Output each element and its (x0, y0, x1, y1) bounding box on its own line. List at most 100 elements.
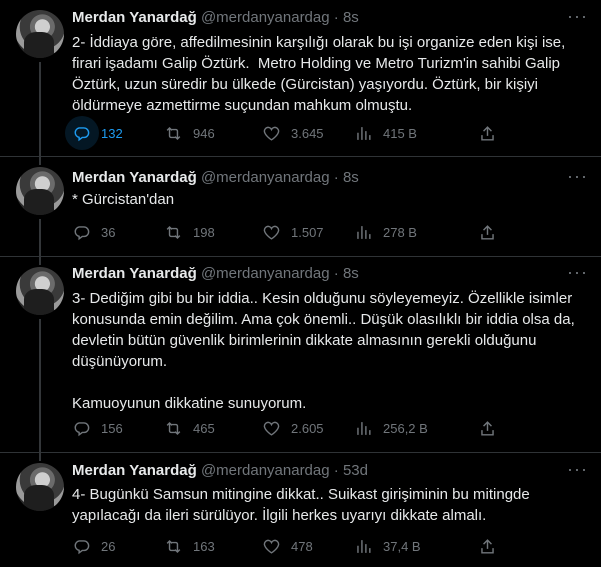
retweet-button[interactable]: 465 (164, 417, 215, 439)
more-icon[interactable]: ··· (567, 7, 587, 30)
views-icon (357, 421, 371, 435)
avatar[interactable] (16, 167, 64, 215)
tweet-header: Merdan Yanardağ @merdanyanardag · 8s (72, 264, 359, 284)
timestamp[interactable]: 8s (343, 169, 359, 186)
reply-icon (74, 539, 90, 554)
like-count: 3.645 (291, 125, 324, 141)
views-count: 278 B (383, 224, 417, 240)
views-count: 37,4 B (383, 538, 421, 554)
heart-icon (263, 421, 280, 436)
share-button[interactable] (478, 122, 507, 144)
avatar[interactable] (16, 463, 64, 511)
author-name[interactable]: Merdan Yanardağ (72, 9, 197, 26)
retweet-button[interactable]: 946 (164, 122, 215, 144)
timestamp[interactable]: 8s (343, 265, 359, 282)
reply-count: 26 (101, 538, 116, 554)
views-button[interactable]: 256,2 B (354, 417, 428, 439)
thread-line (39, 157, 41, 165)
retweet-count: 163 (193, 538, 215, 554)
retweet-icon (166, 225, 181, 239)
views-button[interactable]: 278 B (354, 221, 417, 243)
views-count: 415 B (383, 125, 417, 141)
retweet-icon (166, 126, 181, 140)
retweet-count: 946 (193, 125, 215, 141)
more-icon[interactable]: ··· (567, 460, 587, 483)
heart-icon (263, 539, 280, 554)
reply-icon (74, 126, 90, 141)
tweet-header: Merdan Yanardağ @merdanyanardag · 8s (72, 8, 359, 28)
reply-button[interactable]: 156 (72, 417, 123, 439)
avatar[interactable] (16, 10, 64, 58)
action-bar: 132 946 3.645 415 B (65, 116, 512, 150)
like-count: 478 (291, 538, 313, 554)
timestamp[interactable]: 8s (343, 9, 359, 26)
separator: · (333, 9, 339, 26)
author-handle[interactable]: @merdanyanardag (201, 462, 330, 479)
heart-icon (263, 225, 280, 240)
thread-line (39, 257, 41, 265)
reply-count: 156 (101, 420, 123, 436)
share-button[interactable] (478, 417, 507, 439)
reply-icon (74, 421, 90, 436)
tweet-header: Merdan Yanardağ @merdanyanardag · 53d (72, 461, 368, 481)
reply-icon (74, 225, 90, 240)
views-icon (357, 225, 371, 239)
action-bar: 26 163 478 37,4 B (72, 535, 512, 557)
views-icon (357, 539, 371, 553)
separator: · (333, 462, 339, 479)
tweet[interactable]: Merdan Yanardağ @merdanyanardag · 53d ··… (0, 453, 601, 567)
thread-line (39, 453, 41, 461)
tweet-text: 4- Bugünkü Samsun mitingine dikkat.. Sui… (72, 486, 534, 524)
reply-button[interactable]: 26 (72, 535, 115, 557)
tweet-text: 3- Dediğim gibi bu bir iddia.. Kesin old… (72, 290, 575, 412)
retweet-button[interactable]: 163 (164, 535, 215, 557)
like-button[interactable]: 478 (262, 535, 313, 557)
views-button[interactable]: 415 B (354, 122, 417, 144)
like-button[interactable]: 1.507 (262, 221, 324, 243)
retweet-button[interactable]: 198 (164, 221, 215, 243)
thread-line (39, 62, 41, 157)
views-count: 256,2 B (383, 420, 428, 436)
reply-button[interactable]: 36 (72, 221, 115, 243)
retweet-icon (166, 421, 181, 435)
thread-line (39, 319, 41, 453)
more-icon[interactable]: ··· (567, 167, 587, 190)
author-name[interactable]: Merdan Yanardağ (72, 169, 197, 186)
like-button[interactable]: 3.645 (262, 122, 324, 144)
action-bar: 36 198 1.507 278 B (72, 221, 512, 243)
avatar[interactable] (16, 267, 64, 315)
author-name[interactable]: Merdan Yanardağ (72, 265, 197, 282)
share-button[interactable] (478, 535, 507, 557)
author-handle[interactable]: @merdanyanardag (201, 169, 330, 186)
views-icon (357, 126, 371, 140)
share-icon (481, 224, 494, 240)
reply-button[interactable]: 132 (65, 116, 123, 150)
views-button[interactable]: 37,4 B (354, 535, 421, 557)
author-handle[interactable]: @merdanyanardag (201, 9, 330, 26)
tweet-text: * Gürcistan'dan (72, 191, 175, 208)
like-button[interactable]: 2.605 (262, 417, 324, 439)
share-button[interactable] (478, 221, 507, 243)
timestamp[interactable]: 53d (343, 462, 368, 479)
tweet[interactable]: Merdan Yanardağ @merdanyanardag · 8s ···… (0, 257, 601, 453)
separator: · (333, 265, 339, 282)
reply-count: 132 (101, 125, 123, 141)
reply-count: 36 (101, 224, 116, 240)
share-icon (481, 125, 494, 141)
heart-icon (263, 126, 280, 141)
like-count: 2.605 (291, 420, 324, 436)
action-bar: 156 465 2.605 256,2 B (72, 417, 512, 439)
retweet-count: 465 (193, 420, 215, 436)
share-icon (481, 538, 494, 554)
retweet-count: 198 (193, 224, 215, 240)
share-icon (481, 420, 494, 436)
tweet[interactable]: Merdan Yanardağ @merdanyanardag · 8s ···… (0, 157, 601, 257)
tweet[interactable]: Merdan Yanardağ @merdanyanardag · 8s ···… (0, 0, 601, 157)
author-handle[interactable]: @merdanyanardag (201, 265, 330, 282)
author-name[interactable]: Merdan Yanardağ (72, 462, 197, 479)
retweet-icon (166, 539, 181, 553)
tweet-header: Merdan Yanardağ @merdanyanardag · 8s (72, 168, 359, 188)
more-icon[interactable]: ··· (567, 263, 587, 286)
separator: · (333, 169, 339, 186)
thread-line (39, 219, 41, 257)
